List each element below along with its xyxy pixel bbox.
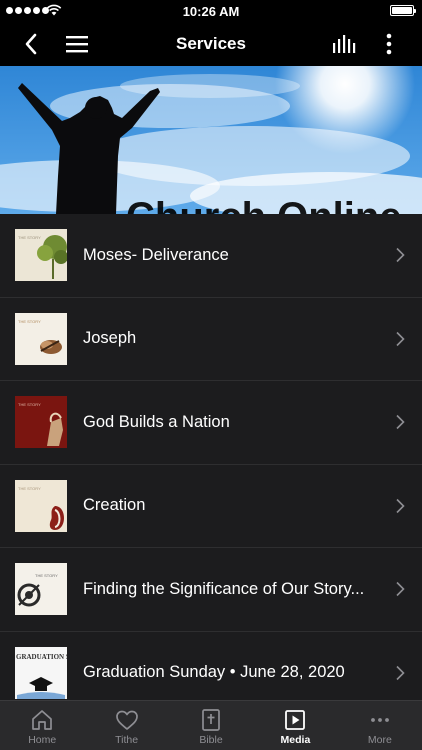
chevron-right-icon — [396, 415, 405, 430]
battery-icon — [390, 5, 416, 16]
chevron-right-icon — [396, 331, 405, 346]
tab-bible[interactable]: Bible — [169, 701, 253, 750]
item-title: God Builds a Nation — [83, 412, 230, 431]
bible-icon — [202, 709, 220, 731]
item-title: Joseph — [83, 329, 137, 348]
heart-icon — [115, 710, 138, 730]
tab-label: Bible — [199, 734, 223, 746]
audio-button[interactable] — [329, 30, 359, 58]
nav-bar: Services — [0, 22, 422, 66]
home-icon — [32, 710, 53, 730]
list-item[interactable]: THE STORY Moses- Deliverance — [0, 214, 422, 298]
tab-media[interactable]: Media — [253, 701, 337, 750]
list-item[interactable]: THE STORY Finding the Significance of Ou… — [0, 548, 422, 632]
svg-text:THE STORY: THE STORY — [35, 573, 58, 578]
chevron-right-icon — [396, 665, 405, 680]
play-icon — [285, 710, 306, 730]
item-title: Moses- Deliverance — [83, 245, 229, 264]
list-item[interactable]: GRADUATION SUNDAY Graduation Sunday • Ju… — [0, 632, 422, 701]
tab-more[interactable]: More — [338, 701, 422, 750]
tab-label: Media — [280, 734, 311, 746]
chevron-right-icon — [396, 248, 405, 263]
hero-image: Church Online — [0, 66, 422, 214]
item-title: Creation — [83, 496, 146, 515]
thumbnail: GRADUATION SUNDAY — [15, 646, 67, 699]
tab-home[interactable]: Home — [0, 701, 84, 750]
tab-label: Home — [28, 734, 57, 746]
hero-text: Church Online — [126, 195, 402, 214]
svg-text:THE STORY: THE STORY — [18, 486, 41, 491]
more-dots-icon — [370, 718, 389, 722]
hero-banner: Church Online — [0, 66, 422, 214]
list-item[interactable]: THE STORY God Builds a Nation — [0, 381, 422, 465]
thumbnail: THE STORY — [15, 563, 67, 616]
thumbnail: THE STORY — [15, 229, 67, 282]
chevron-right-icon — [396, 582, 405, 597]
status-bar: 10:26 AM — [0, 0, 422, 22]
more-options-button[interactable] — [374, 30, 404, 58]
thumbnail: THE STORY — [15, 396, 67, 449]
item-title: Graduation Sunday • June 28, 2020 — [83, 663, 345, 682]
tab-label: Tithe — [115, 734, 139, 746]
svg-text:THE STORY: THE STORY — [18, 402, 41, 407]
list-item[interactable]: THE STORY Joseph — [0, 298, 422, 381]
svg-text:THE STORY: THE STORY — [18, 235, 41, 240]
list-item[interactable]: THE STORY Creation — [0, 465, 422, 548]
equalizer-icon — [333, 35, 356, 53]
tab-bar: Home Tithe Bible Media More — [0, 700, 422, 750]
svg-text:GRADUATION SUNDAY: GRADUATION SUNDAY — [16, 653, 67, 661]
thumbnail: THE STORY — [15, 479, 67, 532]
tab-tithe[interactable]: Tithe — [84, 701, 168, 750]
services-list: THE STORY Moses- Deliverance THE STORY J… — [0, 214, 422, 700]
vertical-ellipsis-icon — [386, 33, 392, 55]
item-title: Finding the Significance of Our Story... — [83, 579, 365, 598]
thumbnail: THE STORY — [15, 312, 67, 365]
chevron-right-icon — [396, 498, 405, 513]
tab-label: More — [367, 734, 392, 746]
status-time: 10:26 AM — [182, 4, 240, 19]
svg-text:THE STORY: THE STORY — [18, 319, 41, 324]
